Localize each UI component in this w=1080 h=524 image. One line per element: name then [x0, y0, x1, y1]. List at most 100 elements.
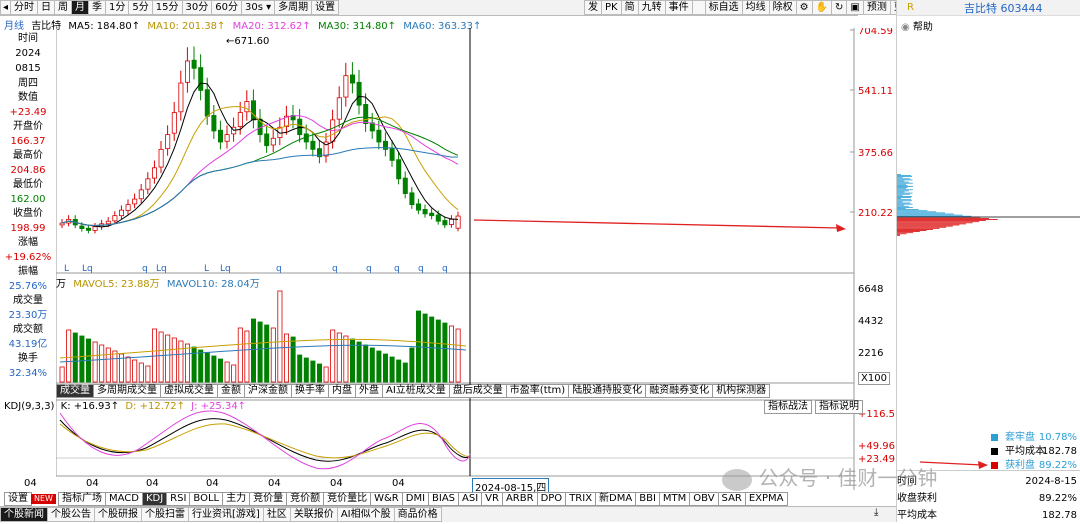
info-label: 最高价 — [0, 149, 56, 163]
toolbar-button[interactable]: 均线 — [742, 0, 770, 15]
toolbar-button[interactable]: 除权 — [769, 0, 797, 15]
candle-body — [456, 216, 460, 228]
chip-bar — [897, 180, 913, 181]
period-tab[interactable]: 15分 — [152, 0, 183, 15]
toolbar-button[interactable]: 标自选 — [705, 0, 743, 15]
period-tab[interactable]: 分时 — [10, 0, 38, 15]
volume-indicator-tab[interactable]: 外盘 — [355, 384, 383, 398]
volume-bar — [251, 319, 255, 382]
indicator-button[interactable]: 竞价量比 — [323, 492, 371, 506]
price-peak-label: ←671.60 — [226, 36, 269, 47]
indicator-button[interactable]: BOLL — [189, 492, 223, 506]
indicator-button[interactable]: MTM — [659, 492, 690, 506]
toolbar-icon-box[interactable] — [692, 0, 706, 15]
settings-button[interactable]: 设置 — [311, 0, 339, 15]
volume-bar — [390, 357, 394, 382]
indicator-button[interactable]: ASI — [458, 492, 482, 506]
volume-indicator-tab[interactable]: 盘后成交量 — [449, 384, 507, 398]
indicator-button[interactable]: 设置 — [4, 492, 32, 506]
indicator-button[interactable]: 新DMA — [595, 492, 636, 506]
settings-gear-icon[interactable]: ⚙ — [796, 0, 813, 15]
period-tab[interactable]: 1分 — [105, 0, 129, 15]
download-icon[interactable]: ⤓ — [874, 507, 878, 518]
indicator-button[interactable]: EXPMA — [745, 492, 788, 506]
indicator-button[interactable]: 竞价额 — [286, 492, 324, 506]
volume-bar — [192, 347, 196, 382]
bottom-tab[interactable]: 个股研报 — [94, 507, 142, 522]
period-tab[interactable]: 季 — [88, 0, 106, 15]
indicator-button[interactable]: MACD — [105, 492, 143, 506]
period-tab[interactable]: 60分 — [211, 0, 242, 15]
indicator-button[interactable]: BIAS — [428, 492, 459, 506]
info-value: 43.19亿 — [0, 337, 56, 352]
hand-icon[interactable]: ✋ — [812, 0, 832, 15]
chip-bar — [897, 214, 954, 215]
volume-bar — [370, 348, 374, 382]
indicator-button[interactable]: BBI — [635, 492, 660, 506]
volume-indicator-tab[interactable]: AI立桩成交量 — [382, 384, 450, 398]
info-label: 成交量 — [0, 294, 56, 308]
candle-body — [218, 130, 222, 142]
indicator-help-button[interactable]: 指标说明 — [815, 400, 863, 414]
indicator-button[interactable]: DPO — [537, 492, 567, 506]
legend-value: 89.22% — [1039, 458, 1077, 474]
candle-body — [357, 82, 361, 105]
bottom-tab[interactable]: 关联报价 — [290, 507, 338, 522]
toolbar-button[interactable]: 发 — [584, 0, 602, 15]
bottom-tab[interactable]: 社区 — [263, 507, 291, 522]
volume-indicator-tab[interactable]: 沪深金额 — [244, 384, 292, 398]
volume-indicator-tab[interactable]: 换手率 — [291, 384, 329, 398]
bottom-tab[interactable]: 个股公告 — [47, 507, 95, 522]
indicator-button[interactable]: 指标广场 — [58, 492, 106, 506]
toolbar-button[interactable]: 简 — [621, 0, 639, 15]
indicator-button[interactable]: VR — [481, 492, 503, 506]
indicator-button[interactable]: 竞价量 — [249, 492, 287, 506]
indicator-button[interactable]: 主力 — [222, 492, 250, 506]
volume-indicator-tab[interactable]: 内盘 — [328, 384, 356, 398]
chip-bar — [897, 207, 913, 208]
chip-bar — [897, 199, 911, 200]
period-tab[interactable]: 5分 — [128, 0, 152, 15]
bottom-tab[interactable]: 商品价格 — [394, 507, 442, 522]
candle-body — [251, 101, 255, 120]
indicator-button[interactable]: ARBR — [502, 492, 538, 506]
toolbar-button[interactable]: 预测 — [863, 0, 891, 15]
indicator-button[interactable]: DMI — [402, 492, 429, 506]
indicator-button[interactable]: TRIX — [565, 492, 596, 506]
help-link[interactable]: ◉ 帮助 — [901, 18, 933, 33]
volume-indicator-tab[interactable]: 金额 — [217, 384, 245, 398]
volume-indicator-tab[interactable]: 多周期成交量 — [93, 384, 161, 398]
volume-indicator-tab[interactable]: 机构探测器 — [712, 384, 770, 398]
indicator-button[interactable]: W&R — [370, 492, 403, 506]
bottom-tab[interactable]: 行业资讯[游戏] — [188, 507, 264, 522]
bottom-tab[interactable]: 个股新闻 — [0, 507, 48, 522]
indicator-button[interactable]: SAR — [718, 492, 746, 506]
refresh-icon[interactable]: ↻ — [831, 0, 847, 15]
volume-indicator-tab[interactable]: 融资融券变化 — [645, 384, 713, 398]
multi-period-button[interactable]: 多周期 — [274, 0, 312, 15]
period-tab[interactable]: 30分 — [182, 0, 213, 15]
period-tab[interactable]: 周 — [54, 0, 72, 15]
info-value: 25.76% — [0, 279, 56, 294]
indicator-button[interactable]: RSI — [166, 492, 190, 506]
indicator-button[interactable]: OBV — [689, 492, 718, 506]
period-tab-active[interactable]: 月 — [71, 0, 89, 15]
chip-bar — [897, 200, 912, 201]
period-dropdown[interactable]: 30s ▾ — [241, 0, 275, 15]
info-value: 166.37 — [0, 134, 56, 149]
toolbar-button[interactable]: PK — [601, 0, 622, 15]
volume-indicator-tab[interactable]: 市盈率(ttm) — [506, 384, 569, 398]
bottom-tab[interactable]: 个股扫雷 — [141, 507, 189, 522]
bottom-tab[interactable]: AI相似个股 — [337, 507, 395, 522]
volume-indicator-tab[interactable]: 陆股通持股变化 — [568, 384, 646, 398]
toolbar-button[interactable]: 事件 — [665, 0, 693, 15]
indicator-button[interactable]: KDJ — [142, 492, 167, 506]
indicator-strategy-button[interactable]: 指标战法 — [764, 400, 812, 414]
kline-chart[interactable]: 704.59541.11375.66210.22664844322216+116… — [56, 28, 896, 490]
volume-indicator-tab[interactable]: 虚拟成交量 — [160, 384, 218, 398]
chip-bar — [897, 176, 912, 177]
period-tab[interactable]: 日 — [37, 0, 55, 15]
save-icon[interactable]: ▣ — [846, 0, 863, 15]
toolbar-button[interactable]: 九转 — [638, 0, 666, 15]
volume-indicator-tab[interactable]: 成交量 — [56, 384, 94, 398]
